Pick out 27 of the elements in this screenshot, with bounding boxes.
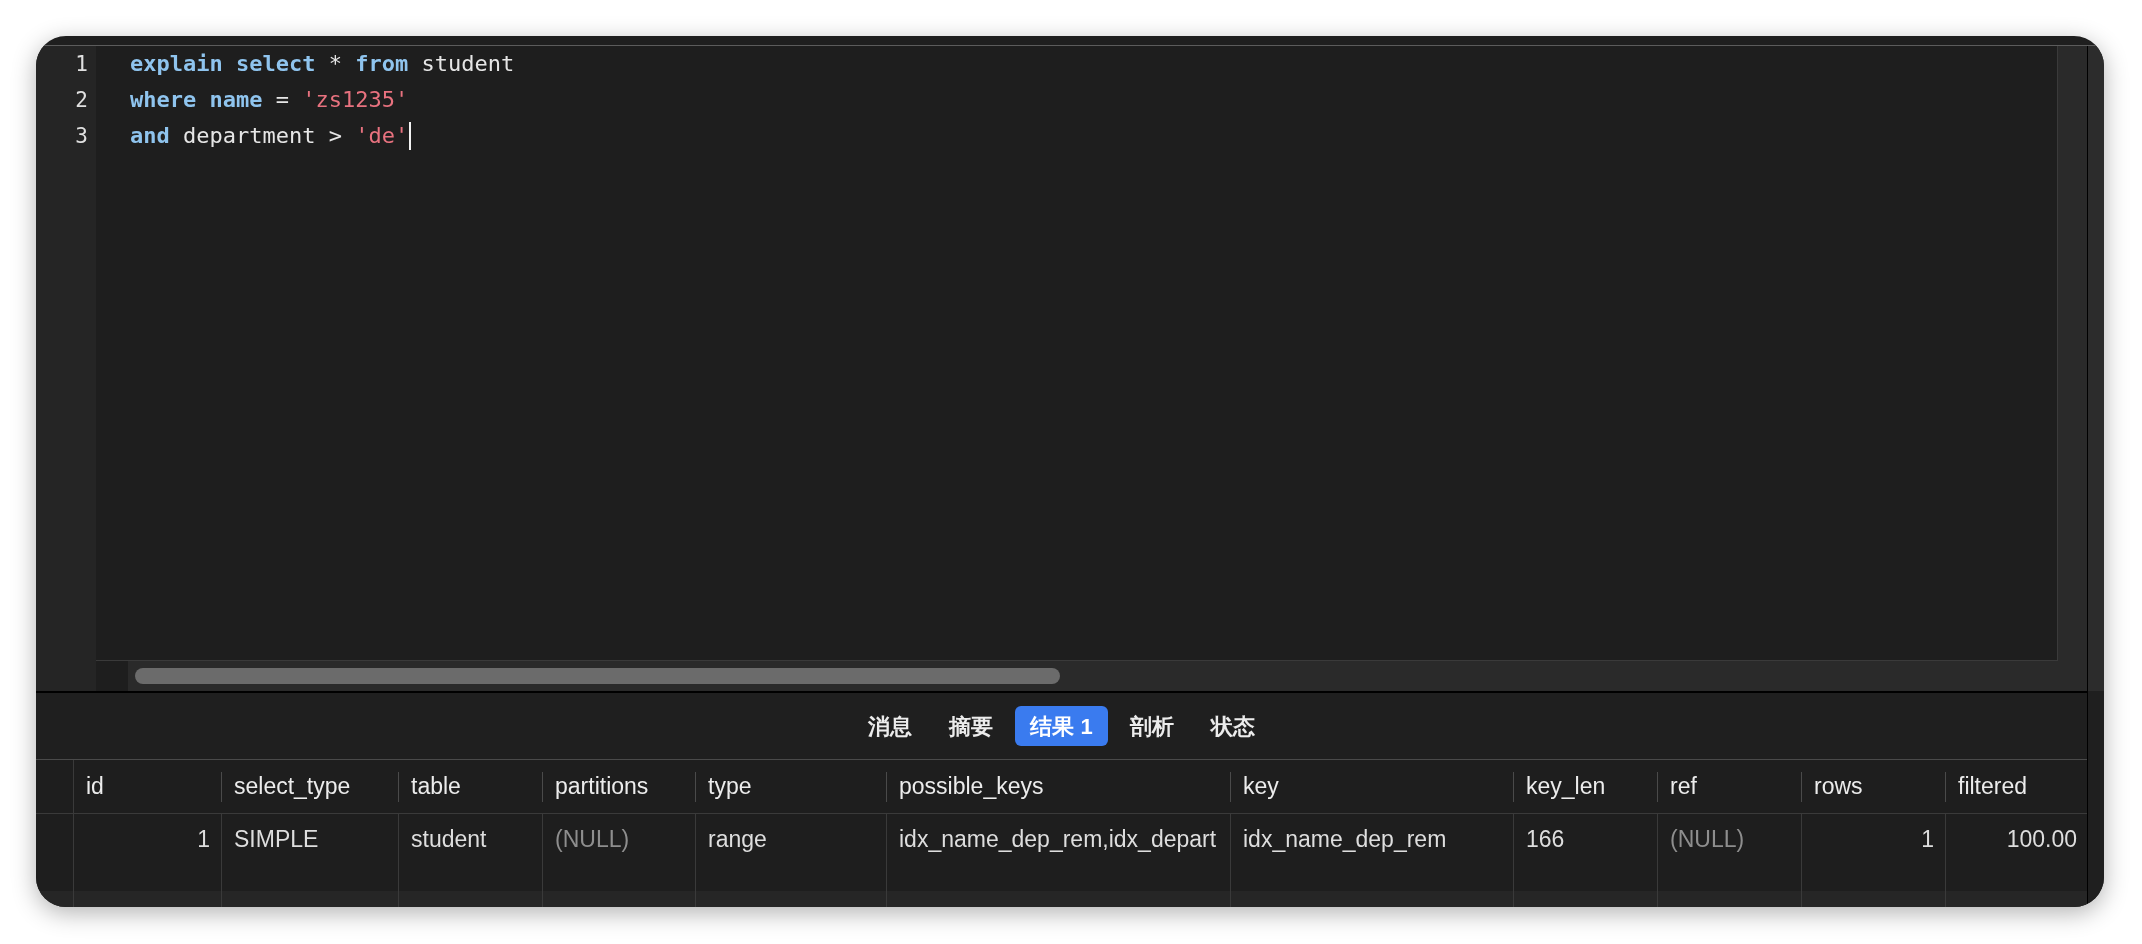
column-header[interactable]: type — [696, 760, 886, 813]
column-header[interactable]: ref — [1658, 760, 1801, 813]
scrollbar-thumb[interactable] — [135, 668, 1060, 684]
column-header[interactable]: table — [399, 760, 542, 813]
column-header[interactable]: key — [1231, 760, 1513, 813]
result-tab[interactable]: 消息 — [853, 706, 928, 746]
column-header[interactable]: filtered — [1946, 760, 2088, 813]
code-line: explain select * from student — [130, 50, 515, 78]
result-tab[interactable]: 状态 — [1195, 706, 1270, 746]
horizontal-scrollbar[interactable] — [128, 661, 2058, 691]
line-number: 2 — [75, 87, 88, 114]
code-editor[interactable]: explain select * from student where name = 'zs1235' and department > 'de' — [96, 46, 2058, 661]
code-line: where name = 'zs1235' — [130, 86, 409, 114]
column-header[interactable]: partitions — [543, 760, 695, 813]
line-number: 3 — [75, 123, 88, 150]
code-line: and department > 'de' — [130, 122, 409, 150]
column-header[interactable]: key_len — [1514, 760, 1657, 813]
column-header[interactable]: rows — [1802, 760, 1945, 813]
column-header[interactable]: select_type — [222, 760, 398, 813]
column-header[interactable]: possible_keys — [887, 760, 1230, 813]
line-number: 1 — [75, 51, 88, 78]
result-tab[interactable]: 结果 1 — [1015, 706, 1108, 746]
result-tab[interactable]: 剖析 — [1114, 706, 1189, 746]
result-tab[interactable]: 摘要 — [934, 706, 1009, 746]
table-cell-text: 1 — [196, 825, 211, 854]
column-header[interactable]: id — [74, 760, 221, 813]
vertical-scrollbar[interactable] — [2058, 46, 2087, 691]
